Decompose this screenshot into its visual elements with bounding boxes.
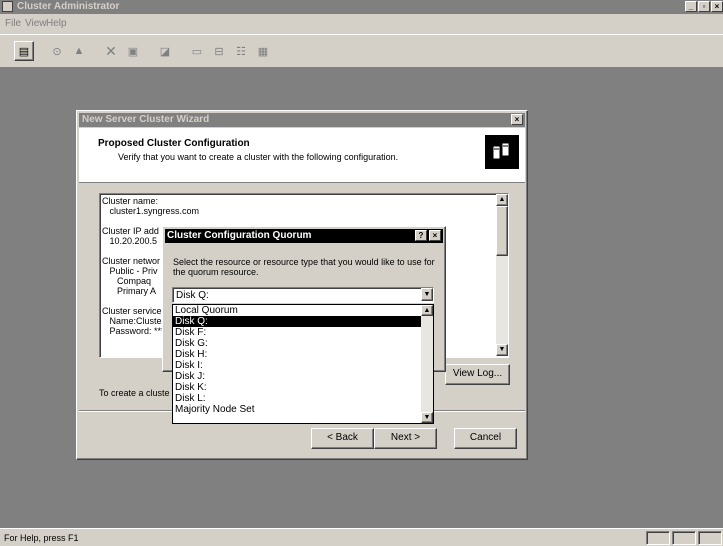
take-offline-icon[interactable]: ▲ <box>70 42 88 60</box>
menu-bar: File View Help <box>0 14 723 34</box>
config-line: cluster1.syngress.com <box>102 206 200 216</box>
delete-icon[interactable]: ✕ <box>102 42 120 60</box>
menu-file[interactable]: File <box>5 18 21 29</box>
status-text: For Help, press F1 <box>4 533 79 543</box>
status-bar: For Help, press F1 <box>0 528 723 546</box>
quorum-option[interactable]: Disk G: <box>173 338 421 349</box>
dropdown-scroll-up[interactable]: ▲ <box>421 305 433 316</box>
quorum-option[interactable]: Local Quorum <box>173 305 421 316</box>
quorum-option[interactable]: Disk Q: <box>173 316 421 327</box>
status-panel-2 <box>672 531 696 545</box>
quorum-prompt: Select the resource or resource type tha… <box>173 257 435 277</box>
open-connection-icon[interactable]: ▤ <box>14 41 34 61</box>
quorum-title-bar: Cluster Configuration Quorum ? × <box>165 229 443 243</box>
refresh-icon[interactable]: ◪ <box>156 42 174 60</box>
quorum-combo[interactable]: Disk Q: ▼ <box>172 287 434 303</box>
wizard-header: Proposed Cluster Configuration Verify th… <box>79 128 525 183</box>
close-button[interactable]: × <box>711 1 723 12</box>
wizard-heading: Proposed Cluster Configuration <box>98 138 250 149</box>
scroll-down-button[interactable]: ▼ <box>496 344 508 356</box>
config-line <box>102 216 199 226</box>
quorum-combo-value: Disk Q: <box>176 290 209 301</box>
config-line: Cluster name: <box>102 196 159 206</box>
quorum-option[interactable]: Disk J: <box>173 371 421 382</box>
list-view-icon[interactable]: ☷ <box>232 42 250 60</box>
menu-view[interactable]: View <box>25 18 47 29</box>
details-view-icon[interactable]: ▦ <box>254 42 272 60</box>
properties-icon[interactable]: ▣ <box>124 42 142 60</box>
back-button[interactable]: < Back <box>311 428 374 449</box>
cluster-servers-icon <box>485 135 519 169</box>
chevron-down-icon[interactable]: ▼ <box>421 288 433 301</box>
next-button[interactable]: Next > <box>374 428 437 449</box>
menu-help[interactable]: Help <box>46 18 67 29</box>
quorum-help-button[interactable]: ? <box>415 230 427 241</box>
wizard-subheading: Verify that you want to create a cluster… <box>118 152 399 162</box>
quorum-close-button[interactable]: × <box>429 230 441 241</box>
quorum-dropdown-list[interactable]: Local Quorum Disk Q: Disk F: Disk G: Disk H:… <box>172 304 434 424</box>
large-icons-icon[interactable]: ▭ <box>188 42 206 60</box>
wizard-title-bar: New Server Cluster Wizard × <box>79 113 525 127</box>
app-icon <box>2 1 13 12</box>
quorum-option[interactable]: Disk I: <box>173 360 421 371</box>
scroll-up-button[interactable]: ▲ <box>496 194 508 206</box>
quorum-option[interactable]: Majority Node Set <box>173 404 421 415</box>
small-icons-icon[interactable]: ⊟ <box>210 42 228 60</box>
quorum-option[interactable]: Disk H: <box>173 349 421 360</box>
scroll-thumb[interactable] <box>496 206 508 256</box>
quorum-option[interactable]: Disk F: <box>173 327 421 338</box>
quorum-title: Cluster Configuration Quorum <box>167 230 312 241</box>
create-cluster-text: To create a cluste <box>99 388 170 398</box>
bring-online-icon[interactable]: ⊙ <box>48 42 66 60</box>
config-scrollbar[interactable]: ▲ ▼ <box>496 194 508 356</box>
dropdown-scrollbar[interactable]: ▲ ▼ <box>421 305 433 423</box>
minimize-button[interactable]: _ <box>685 1 697 12</box>
wizard-title: New Server Cluster Wizard <box>82 114 210 125</box>
toolbar: ▤ ⊙ ▲ ✕ ▣ ◪ ▭ ⊟ ☷ ▦ <box>0 34 723 68</box>
app-title-bar: Cluster Administrator _ ▫ × <box>0 0 723 14</box>
quorum-option[interactable]: Disk L: <box>173 393 421 404</box>
dropdown-scroll-down[interactable]: ▼ <box>421 412 433 423</box>
cancel-button[interactable]: Cancel <box>454 428 517 449</box>
status-panel-3 <box>698 531 722 545</box>
status-panel-1 <box>646 531 670 545</box>
app-title: Cluster Administrator <box>17 1 120 12</box>
view-log-button[interactable]: View Log... <box>445 364 510 385</box>
quorum-option[interactable]: Disk K: <box>173 382 421 393</box>
restore-button[interactable]: ▫ <box>698 1 710 12</box>
wizard-close-button[interactable]: × <box>511 114 523 125</box>
